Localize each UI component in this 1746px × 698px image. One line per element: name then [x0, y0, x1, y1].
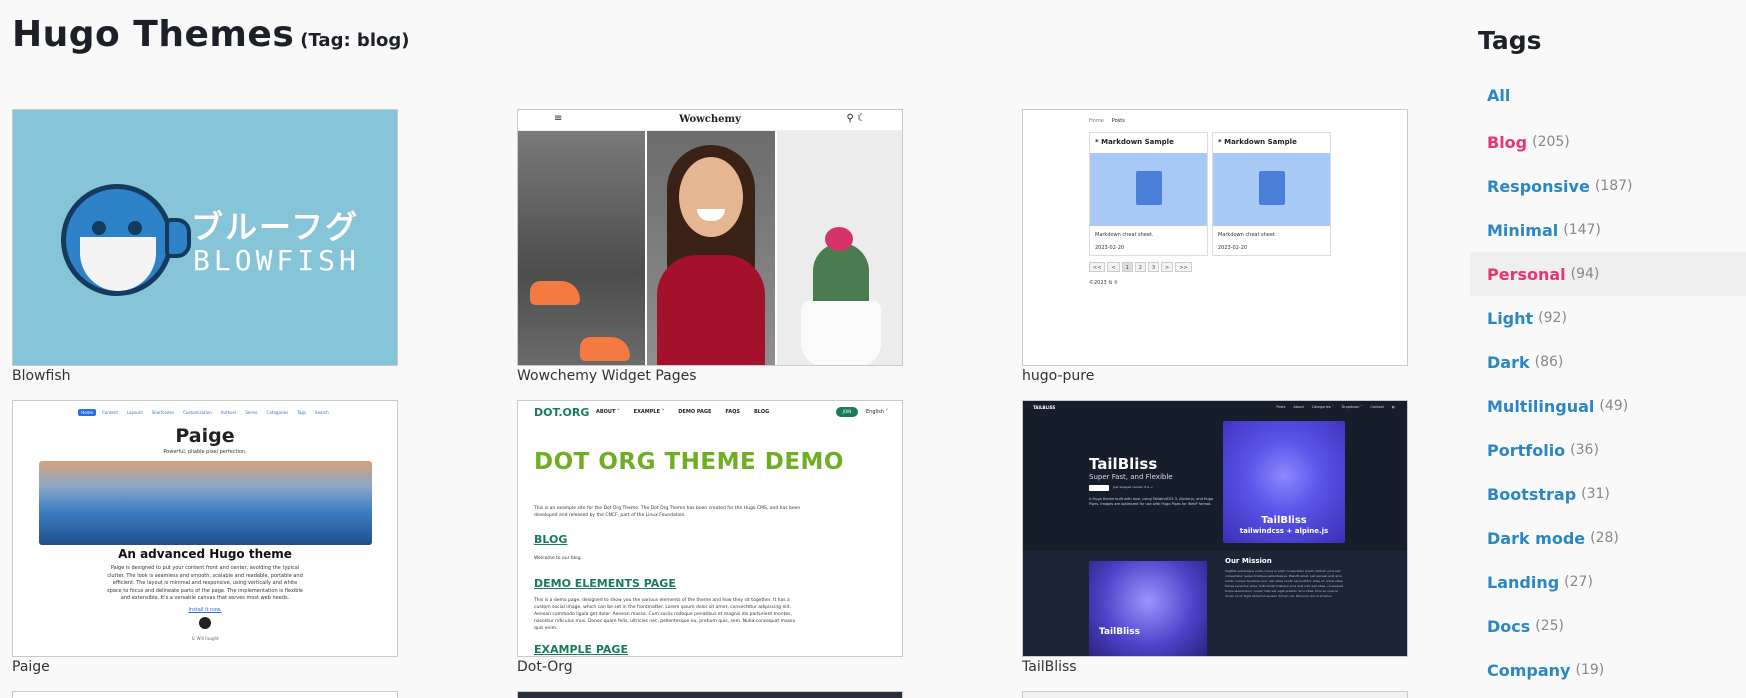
- paige-footer: © Will Faught: [191, 636, 219, 641]
- wowchemy-brand: Wowchemy: [679, 114, 741, 125]
- theme-title[interactable]: Blowfish: [12, 368, 398, 384]
- photo-woman: [647, 131, 775, 365]
- paige-heading: An advanced Hugo theme: [118, 547, 292, 561]
- tag-link-dark-mode[interactable]: Dark mode (28): [1470, 516, 1746, 560]
- sidebar-title: Tags: [1478, 26, 1542, 55]
- github-icon: [199, 617, 211, 629]
- paige-text: Paige is designed to put your content fr…: [107, 565, 303, 601]
- tag-link-responsive[interactable]: Responsive (187): [1470, 164, 1746, 208]
- theme-title[interactable]: Dot-Org: [517, 659, 903, 675]
- theme-thumbnail-paige[interactable]: Home Content Layouts Shortcodes Customiz…: [12, 400, 398, 657]
- rocket-image: TailBliss tailwindcss + alpine.js: [1223, 421, 1345, 543]
- page-title: Hugo Themes (Tag: blog): [12, 14, 409, 55]
- post-card: * Markdown Sample Markdown cheat sheet 2…: [1212, 132, 1331, 256]
- paige-subtitle: Powerful, pliable pixel perfection.: [163, 449, 247, 455]
- tailbliss-desc: A Hugo theme built with love, using Tail…: [1089, 497, 1214, 506]
- theme-title[interactable]: TailBliss: [1022, 659, 1408, 675]
- blowfish-logo-icon: [61, 184, 173, 296]
- theme-card-partial[interactable]: [517, 691, 903, 698]
- theme-thumbnail-partial[interactable]: [517, 691, 903, 698]
- tailbliss-badge: [1089, 485, 1109, 491]
- tag-filter-label: (Tag: blog): [300, 30, 410, 51]
- blowfish-logo-en: BLOWFISH: [193, 244, 360, 277]
- paige-nav: Home Content Layouts Shortcodes Customiz…: [13, 409, 397, 416]
- post-card: * Markdown Sample Markdown cheat sheet. …: [1089, 132, 1208, 256]
- theme-card-blowfish[interactable]: ブルーフグ BLOWFISH Blowfish: [12, 109, 398, 384]
- tag-link-all[interactable]: All: [1470, 70, 1746, 120]
- tag-link-light[interactable]: Light (92): [1470, 296, 1746, 340]
- theme-thumbnail-hugo-pure[interactable]: Home Posts * Markdown Sample Markdown che…: [1022, 109, 1408, 366]
- theme-card-partial[interactable]: [12, 691, 398, 698]
- theme-thumbnail-tailbliss[interactable]: TAILBLISS Posts About Categories ˅ Dropd…: [1022, 400, 1408, 657]
- theme-thumbnail-partial[interactable]: [12, 691, 398, 698]
- theme-card-tailbliss[interactable]: TAILBLISS Posts About Categories ˅ Dropd…: [1022, 400, 1408, 675]
- markdown-file-icon: [1136, 171, 1162, 205]
- tag-link-dark[interactable]: Dark (86): [1470, 340, 1746, 384]
- dot-org-demo-text: This is a demo page, designed to show yo…: [534, 598, 796, 631]
- pagination: << < 1 2 3 > >>: [1089, 262, 1192, 272]
- photo-steps: [518, 131, 645, 365]
- tag-link-company[interactable]: Company (19): [1470, 648, 1746, 692]
- blowfish-tail-icon: [165, 218, 191, 258]
- theme-thumbnail-blowfish[interactable]: ブルーフグ BLOWFISH: [12, 109, 398, 366]
- astronaut-image: TailBliss: [1089, 561, 1207, 656]
- page-title-text: Hugo Themes: [12, 14, 295, 55]
- tag-link-multilingual[interactable]: Multilingual (49): [1470, 384, 1746, 428]
- dot-org-example-heading: EXAMPLE PAGE: [534, 643, 628, 656]
- tailbliss-navbar: TAILBLISS Posts About Categories ˅ Dropd…: [1033, 405, 1395, 410]
- tags-sidebar: Tags All Blog (205) Responsive (187) Minim…: [1470, 0, 1746, 698]
- wowchemy-nav-icons: ⚲ ☾: [847, 113, 866, 124]
- search-icon: ⚲: [846, 113, 854, 124]
- photo-cactus: [777, 131, 902, 365]
- theme-thumbnail-partial[interactable]: [1022, 691, 1408, 698]
- dot-org-blog-text: Welcome to our blog.: [534, 556, 582, 561]
- tag-link-personal[interactable]: Personal (94): [1470, 252, 1746, 296]
- hugo-pure-nav: Home Posts: [1089, 118, 1125, 124]
- wowchemy-navbar: ≡ Wowchemy ⚲ ☾: [518, 110, 902, 131]
- theme-thumbnail-wowchemy[interactable]: ≡ Wowchemy ⚲ ☾: [517, 109, 903, 366]
- markdown-file-icon: [1259, 171, 1285, 205]
- mountain-hero-image: [39, 461, 372, 545]
- theme-card-hugo-pure[interactable]: Home Posts * Markdown Sample Markdown che…: [1022, 109, 1408, 384]
- moon-icon: ☾: [857, 113, 866, 124]
- tag-link-minimal[interactable]: Minimal (147): [1470, 208, 1746, 252]
- tag-list: All Blog (205) Responsive (187) Minimal (14…: [1470, 70, 1746, 692]
- tag-link-docs[interactable]: Docs (25): [1470, 604, 1746, 648]
- blowfish-logo-jp: ブルーフグ: [191, 208, 360, 246]
- paige-install-link: Install it now.: [188, 607, 222, 613]
- tailbliss-title: TailBliss: [1089, 455, 1158, 473]
- tag-link-bootstrap[interactable]: Bootstrap (31): [1470, 472, 1746, 516]
- tag-link-portfolio[interactable]: Portfolio (36): [1470, 428, 1746, 472]
- theme-thumbnail-dot-org[interactable]: DOT.ORG ABOUT ˅ EXAMPLE ˅ DEMO PAGE FAQS…: [517, 400, 903, 657]
- hugo-pure-footer: ©2023 ⇅ ⚲: [1089, 280, 1118, 286]
- tag-link-blog[interactable]: Blog (205): [1470, 120, 1746, 164]
- theme-title[interactable]: hugo-pure: [1022, 368, 1408, 384]
- tailbliss-mission-section: TailBliss Our Mission Sagittis scelerisq…: [1023, 551, 1407, 656]
- dot-org-blog-heading: BLOG: [534, 533, 568, 546]
- dot-org-demo-heading: DEMO ELEMENTS PAGE: [534, 577, 676, 590]
- dot-org-intro: This is an example site for the Dot Org …: [534, 506, 801, 518]
- theme-title[interactable]: Paige: [12, 659, 398, 675]
- paige-title: Paige: [175, 425, 235, 447]
- dot-org-title: DOT ORG THEME DEMO: [534, 449, 844, 475]
- theme-card-paige[interactable]: Home Content Layouts Shortcodes Customiz…: [12, 400, 398, 675]
- dot-org-navbar: DOT.ORG ABOUT ˅ EXAMPLE ˅ DEMO PAGE FAQS…: [534, 406, 889, 419]
- theme-card-wowchemy[interactable]: ≡ Wowchemy ⚲ ☾ Wowchemy Widget Pages: [517, 109, 903, 384]
- theme-card-partial[interactable]: [1022, 691, 1408, 698]
- tailbliss-subtitle: Super Fast, and Flexible: [1089, 473, 1173, 481]
- theme-title[interactable]: Wowchemy Widget Pages: [517, 368, 903, 384]
- tag-link-landing[interactable]: Landing (27): [1470, 560, 1746, 604]
- theme-card-dot-org[interactable]: DOT.ORG ABOUT ˅ EXAMPLE ˅ DEMO PAGE FAQS…: [517, 400, 903, 675]
